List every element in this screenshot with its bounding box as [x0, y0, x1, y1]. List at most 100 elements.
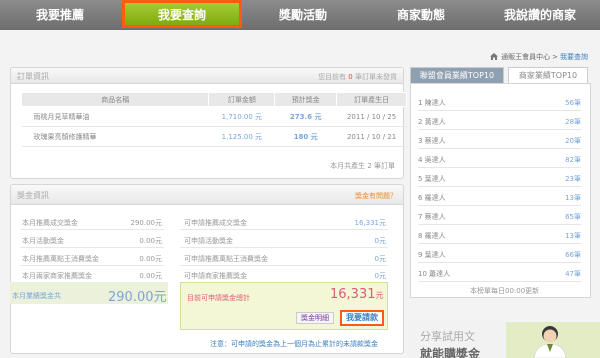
- bonus-right-total-unit: 元: [375, 291, 384, 300]
- list-item: 6 羅達人 13筆: [418, 186, 581, 206]
- bonus-right-value: 0元: [374, 237, 386, 245]
- rank-value: 65筆: [565, 213, 581, 221]
- home-icon[interactable]: [490, 53, 499, 60]
- nav-liked-merchants[interactable]: 我說讚的商家: [480, 0, 600, 30]
- bonus-left-total-value: 290.00元: [108, 290, 167, 305]
- breadcrumb-home[interactable]: 通販王會員中心: [501, 53, 550, 61]
- order-bonus: 180 元: [274, 126, 337, 147]
- divider: [20, 247, 164, 248]
- rank-name: 7 蔡達人: [418, 213, 446, 221]
- top10-tabs: 聯盟會員業績TOP10 商家業績TOP10: [410, 67, 590, 83]
- bonus-right-label: 可申請商家推薦獎金: [184, 272, 247, 280]
- orders-pending-count: 0: [348, 73, 353, 81]
- rank-name: 2 黃達人: [418, 118, 446, 126]
- rank-name: 5 葉達人: [418, 175, 446, 183]
- col-product-name: 商品名稱: [20, 92, 210, 107]
- orders-panel: 訂單資訊 您目前有 0 筆訂單未發貨 商品名稱 訂單金額 預計獎金 訂單產生日 …: [10, 67, 407, 179]
- order-date: 2011 / 10 / 21: [336, 126, 407, 147]
- orders-pending-note: 您目前有 0 筆訂單未發貨: [318, 72, 397, 82]
- bonus-left-total-label: 本月業績獎金共: [12, 292, 61, 300]
- nav-recommend[interactable]: 我要推薦: [0, 0, 120, 30]
- order-product-name[interactable]: 雨桃月見草精華油: [21, 106, 209, 127]
- rank-value: 47筆: [565, 270, 581, 278]
- divider: [180, 265, 388, 266]
- rank-value: 13筆: [565, 232, 581, 240]
- person-illustration: [533, 326, 567, 358]
- col-expected-bonus: 預計獎金: [274, 92, 338, 107]
- bonus-left-value: 0.00元: [139, 255, 162, 263]
- bonus-left-label: 本月推薦成交獎金: [22, 219, 78, 227]
- promo-line-1: 分享試用文: [420, 330, 475, 343]
- bonus-left-value: 0.00元: [139, 237, 162, 245]
- bonus-right-value: 0元: [374, 255, 386, 263]
- order-amount: 1,125.00 元: [208, 126, 275, 147]
- rank-value: 28筆: [565, 118, 581, 126]
- list-item: 10 蕭達人 47筆: [418, 262, 581, 282]
- rank-name: 10 蕭達人: [418, 270, 451, 278]
- order-amount: 1,710.00 元: [208, 106, 275, 127]
- orders-table-header: 商品名稱 訂單金額 預計獎金 訂單產生日: [20, 92, 407, 107]
- nav-merchant-news[interactable]: 商家動態: [362, 0, 480, 30]
- top10-footer: 本榜單每日00:00更新: [470, 287, 540, 295]
- col-order-amount: 訂單金額: [208, 92, 276, 107]
- list-item: 4 吳達人 82筆: [418, 148, 581, 168]
- rank-value: 13筆: [565, 194, 581, 202]
- bonus-left-label: 本月兩家商家推薦獎金: [22, 272, 92, 280]
- bonus-right-value: 0元: [374, 272, 386, 280]
- breadcrumb-separator: >: [552, 53, 558, 61]
- list-item: 5 葉達人 23筆: [418, 167, 581, 187]
- list-item: 3 蔡達人 20筆: [418, 129, 581, 149]
- orders-title: 訂單資訊: [17, 72, 49, 81]
- bonus-left-label: 本月推薦萬點王消費獎金: [22, 255, 99, 263]
- divider: [180, 247, 388, 248]
- rank-name: 6 羅達人: [418, 194, 446, 202]
- orders-note-prefix: 您目前有: [318, 73, 347, 81]
- divider: [20, 265, 164, 266]
- bonus-right-value: 16,331元: [354, 219, 387, 227]
- rank-value: 82筆: [565, 156, 581, 164]
- bonus-right-total-number: 16,331: [330, 287, 376, 302]
- orders-panel-header: 訂單資訊 您目前有 0 筆訂單未發貨: [11, 68, 403, 84]
- list-item: 2 黃達人 28筆: [418, 110, 581, 130]
- promo-image: [506, 322, 600, 358]
- orders-note-suffix: 筆訂單未發貨: [355, 73, 397, 81]
- list-item: 7 蔡達人 65筆: [418, 205, 581, 225]
- rank-name: 9 葉達人: [418, 251, 446, 259]
- list-item: 8 羅達人 13筆: [418, 224, 581, 244]
- list-item: 1 陳達人 56筆: [418, 91, 581, 111]
- rank-name: 8 羅達人: [418, 232, 446, 240]
- top-navigation: 我要推薦 我要查詢 獎勵活動 商家動態 我說讚的商家: [0, 0, 600, 30]
- breadcrumb: 通販王會員中心 > 我要查詢: [490, 52, 588, 62]
- order-bonus: 273.6 元: [274, 106, 337, 127]
- bonus-left-value: 0.00元: [139, 272, 162, 280]
- bonus-right-label: 可申請推薦萬點王消費獎金: [184, 255, 268, 263]
- bonus-right-total-value: 16,331元: [330, 287, 384, 302]
- rank-name: 3 蔡達人: [418, 137, 446, 145]
- nav-query[interactable]: 我要查詢: [122, 0, 242, 28]
- rank-value: 56筆: [565, 99, 581, 107]
- table-row: 雨桃月見草精華油 1,710.00 元 273.6 元 2011 / 10 / …: [21, 106, 407, 127]
- rank-value: 20筆: [565, 137, 581, 145]
- claim-bonus-button[interactable]: 我要請款: [340, 310, 384, 326]
- orders-footer: 本月共產生 2 筆訂單: [330, 162, 395, 170]
- bonus-right-label: 可申請活動獎金: [184, 237, 233, 245]
- rank-value: 66筆: [565, 251, 581, 259]
- divider: [20, 229, 164, 230]
- table-row: 玫瑰果亮顏修護精華 1,125.00 元 180 元 2011 / 10 / 2…: [21, 126, 407, 147]
- promo-line-2: 就能購獎金: [420, 347, 481, 358]
- bonus-left-label: 本月活動獎金: [22, 237, 64, 245]
- order-product-name[interactable]: 玫瑰果亮顏修護精華: [21, 126, 209, 147]
- rank-name: 1 陳達人: [418, 99, 446, 107]
- tab-member-top10[interactable]: 聯盟會員業績TOP10: [410, 67, 504, 83]
- rank-name: 4 吳達人: [418, 156, 446, 164]
- tab-merchant-top10[interactable]: 商家業績TOP10: [508, 67, 588, 83]
- bonus-left-value: 290.00元: [130, 219, 163, 227]
- bonus-detail-button[interactable]: 獎金明細: [296, 312, 334, 324]
- divider: [180, 229, 388, 230]
- orders-table: 商品名稱 訂單金額 預計獎金 訂單產生日 雨桃月見草精華油 1,710.00 元…: [20, 92, 407, 147]
- nav-rewards[interactable]: 獎勵活動: [244, 0, 362, 30]
- bonus-faq-link[interactable]: 獎金有問題？: [355, 191, 397, 201]
- list-item: 9 葉達人 66筆: [418, 243, 581, 263]
- bonus-title: 獎金資訊: [17, 191, 49, 200]
- col-order-date: 訂單產生日: [336, 92, 407, 107]
